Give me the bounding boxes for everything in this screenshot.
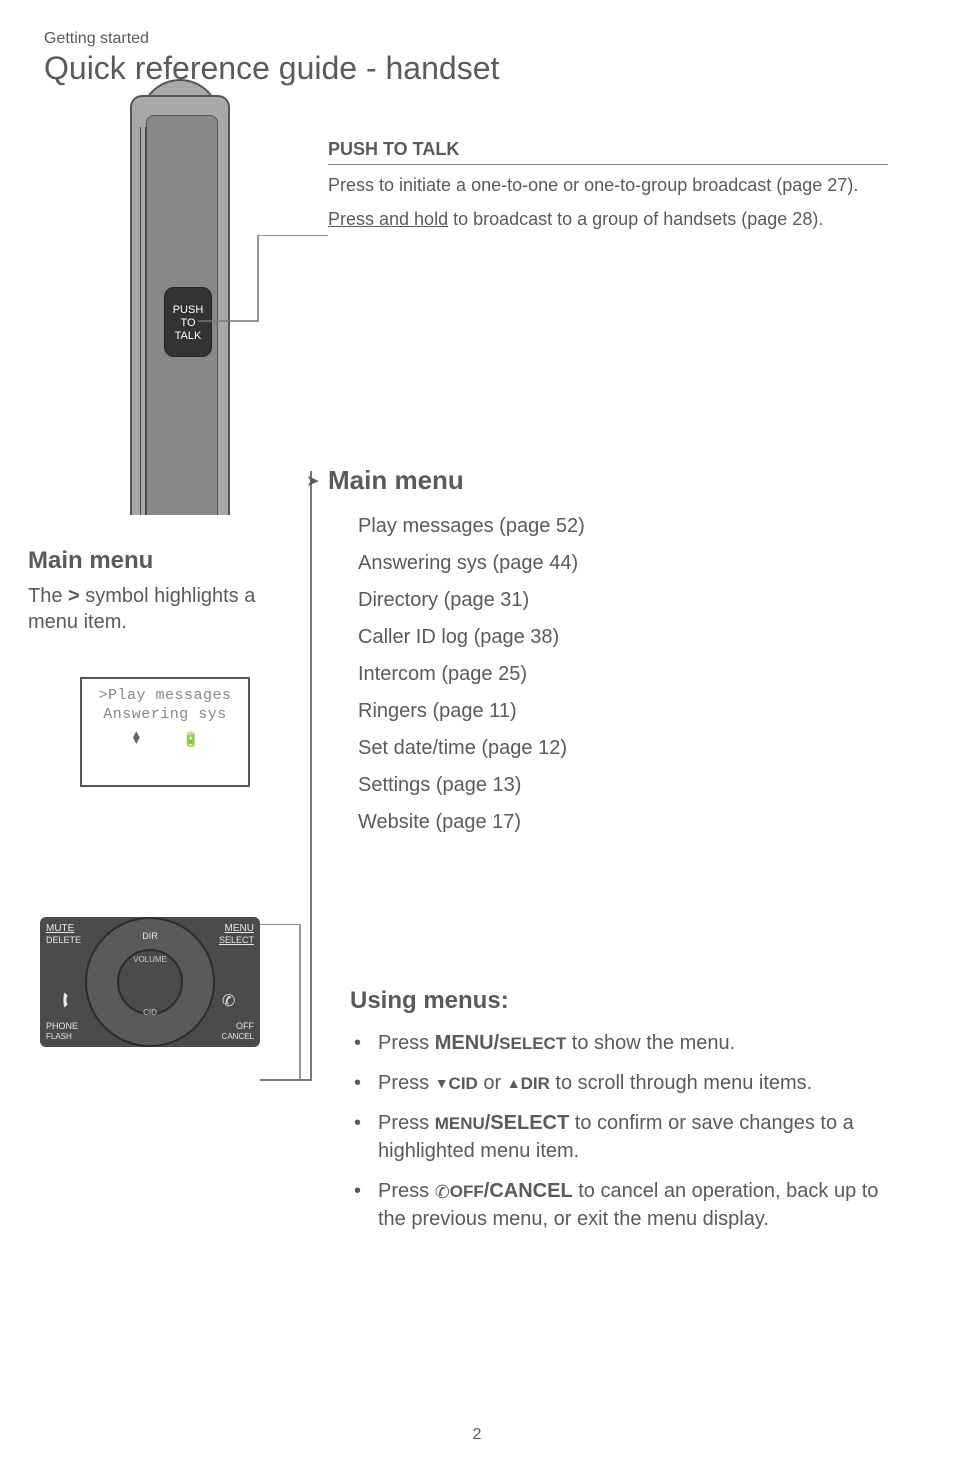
ptt-press-hold: Press and hold xyxy=(328,209,448,229)
section-label: Getting started xyxy=(44,30,954,48)
mute-key-label[interactable]: MUTE xyxy=(46,923,74,934)
ptt-label-3: TALK xyxy=(165,330,211,343)
ptt-para-1: Press to initiate a one-to-one or one-to… xyxy=(328,173,888,197)
menu-item: Website (page 17) xyxy=(358,804,888,841)
cancel-key-label[interactable]: CANCEL xyxy=(222,1032,254,1041)
cid-key-label[interactable]: CID xyxy=(143,1008,157,1017)
menu-item: Ringers (page 11) xyxy=(358,693,888,730)
select-key-label[interactable]: SELECT xyxy=(219,935,254,945)
menu-item: Intercom (page 25) xyxy=(358,656,888,693)
lcd-line-1: >Play messages xyxy=(86,687,244,706)
using-menus-item-4: Press OFF/CANCEL to cancel an operation,… xyxy=(350,1177,910,1233)
page-number: 2 xyxy=(0,1426,954,1444)
menu-leader-foot xyxy=(260,1079,312,1081)
handset-side-illustration: PUSH TO TALK xyxy=(130,87,270,517)
updown-icon: ▲▼ xyxy=(130,731,142,748)
using-menus-heading: Using menus: xyxy=(350,987,910,1015)
volume-key-label: VOLUME xyxy=(133,955,167,964)
main-menu-left-text: The > symbol highlights a menu item. xyxy=(28,583,288,635)
menu-key-label[interactable]: MENU xyxy=(225,923,254,934)
ptt-label-1: PUSH xyxy=(165,304,211,317)
main-menu-list: Play messages (page 52) Answering sys (p… xyxy=(328,508,888,841)
keypad-leader-line xyxy=(260,924,330,1084)
menu-item: Play messages (page 52) xyxy=(358,508,888,545)
using-menus-item-3: Press MENU/SELECT to confirm or save cha… xyxy=(350,1109,910,1165)
menu-item: Set date/time (page 12) xyxy=(358,730,888,767)
menu-leader-vertical xyxy=(310,471,312,1081)
ptt-label-2: TO xyxy=(165,317,211,330)
talk-icon xyxy=(60,991,78,1009)
off-key-label[interactable]: OFF xyxy=(236,1021,254,1031)
ptt-para-2: Press and hold to broadcast to a group o… xyxy=(328,207,888,231)
lcd-line-2: Answering sys xyxy=(86,706,244,725)
dir-key-label[interactable]: DIR xyxy=(142,931,158,941)
phone-icon xyxy=(435,1180,450,1202)
hangup-icon: ✆ xyxy=(222,991,240,1009)
lcd-screen: >Play messages Answering sys ▲▼ 🔋 xyxy=(80,677,250,787)
battery-icon: 🔋 xyxy=(182,731,199,748)
phone-key-label[interactable]: PHONE xyxy=(46,1021,78,1031)
using-menus-item-1: Press MENU/SELECT to show the menu. xyxy=(350,1029,910,1057)
ptt-heading: PUSH TO TALK xyxy=(328,139,888,165)
main-menu-heading: Main menu xyxy=(328,465,888,496)
arrow-icon: ➤ xyxy=(306,471,319,491)
up-triangle-icon xyxy=(507,1072,521,1094)
flash-key-label[interactable]: FLASH xyxy=(46,1032,72,1041)
down-triangle-icon xyxy=(435,1072,449,1094)
using-menus-item-2: Press CID or DIR to scroll through menu … xyxy=(350,1069,910,1097)
delete-key-label[interactable]: DELETE xyxy=(46,935,81,945)
menu-item: Settings (page 13) xyxy=(358,767,888,804)
menu-item: Answering sys (page 44) xyxy=(358,545,888,582)
menu-item: Directory (page 31) xyxy=(358,582,888,619)
keypad-illustration: MUTE DELETE MENU SELECT DIR VOLUME CID P… xyxy=(40,917,260,1047)
main-menu-left-heading: Main menu xyxy=(28,547,288,575)
push-to-talk-button[interactable]: PUSH TO TALK xyxy=(164,287,212,357)
menu-item: Caller ID log (page 38) xyxy=(358,619,888,656)
